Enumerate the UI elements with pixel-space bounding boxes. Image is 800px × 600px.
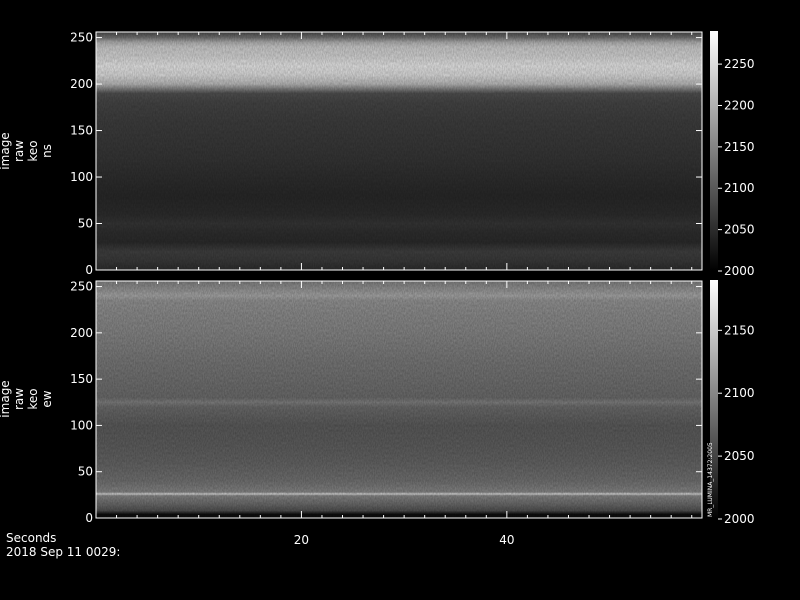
y-tick-label: 50 <box>78 217 93 231</box>
panel-ew-colorbar-ticks: 2000 2050 2100 2150 <box>718 323 755 526</box>
colorbar-tick-label: 2100 <box>724 386 755 400</box>
panel-ns: 0 50 100 150 200 250 image raw keo ns 2000 205… <box>0 31 755 278</box>
colorbar-tick-label: 2100 <box>724 181 755 195</box>
colorbar-annotation: MR_LUMINA_14372:2005 <box>707 442 714 517</box>
colorbar-tick-label: 2000 <box>724 264 755 278</box>
x-axis-label: Seconds <box>6 531 57 545</box>
panel-ns-ylabel: image raw keo ns <box>0 132 54 169</box>
y-tick-label: 150 <box>70 372 93 386</box>
panel-ew-ylabel-line: image <box>0 380 12 417</box>
y-tick-label: 250 <box>70 280 93 294</box>
y-tick-label: 100 <box>70 170 93 184</box>
y-tick-label: 200 <box>70 326 93 340</box>
colorbar-tick-label: 2150 <box>724 323 755 337</box>
panel-ns-colorbar-gradient <box>710 31 718 271</box>
y-tick-label: 200 <box>70 77 93 91</box>
colorbar-tick-label: 2150 <box>724 140 755 154</box>
panel-ew-ylabel: image raw keo ew <box>0 380 54 417</box>
panel-ns-ylabel-line: raw <box>12 140 26 162</box>
x-tick-label: 40 <box>499 533 514 547</box>
y-tick-label: 150 <box>70 124 93 138</box>
panel-ns-ylabel-line: image <box>0 132 12 169</box>
date-label: 2018 Sep 11 0029: <box>6 545 121 559</box>
colorbar-tick-label: 2050 <box>724 223 755 237</box>
panel-ns-ylabel-line: keo <box>26 140 40 161</box>
panel-ew-colorbar: 2000 2050 2100 2150 MR_LUMINA_14372:2005 <box>707 280 755 526</box>
y-tick-label: 250 <box>70 31 93 45</box>
y-tick-label: 100 <box>70 418 93 432</box>
panel-ew: 0 50 100 150 200 250 image raw keo ew 2000 205… <box>0 280 755 526</box>
y-tick-label: 50 <box>78 465 93 479</box>
panel-ns-colorbar-ticks: 2000 2050 2100 2150 2200 2250 <box>718 57 755 278</box>
y-tick-label: 0 <box>85 511 93 525</box>
panel-ew-noise <box>96 281 702 518</box>
colorbar-tick-label: 2200 <box>724 98 755 112</box>
panel-ns-colorbar: 2000 2050 2100 2150 2200 2250 <box>710 31 755 278</box>
colorbar-tick-label: 2000 <box>724 512 755 526</box>
y-tick-label: 0 <box>85 263 93 277</box>
panel-ns-noise <box>96 32 702 270</box>
colorbar-tick-label: 2250 <box>724 57 755 71</box>
x-tick-labels: 20 40 <box>294 533 515 547</box>
panel-ew-ylabel-line: raw <box>12 388 26 410</box>
colorbar-tick-label: 2050 <box>724 449 755 463</box>
panel-ew-ylabel-line: ew <box>40 390 54 407</box>
panel-ns-ylabel-line: ns <box>40 144 54 158</box>
x-tick-label: 20 <box>294 533 309 547</box>
panel-ew-ylabel-line: keo <box>26 388 40 409</box>
keogram-figure: 050100150200250 image raw keo ns 2000205… <box>0 31 755 547</box>
